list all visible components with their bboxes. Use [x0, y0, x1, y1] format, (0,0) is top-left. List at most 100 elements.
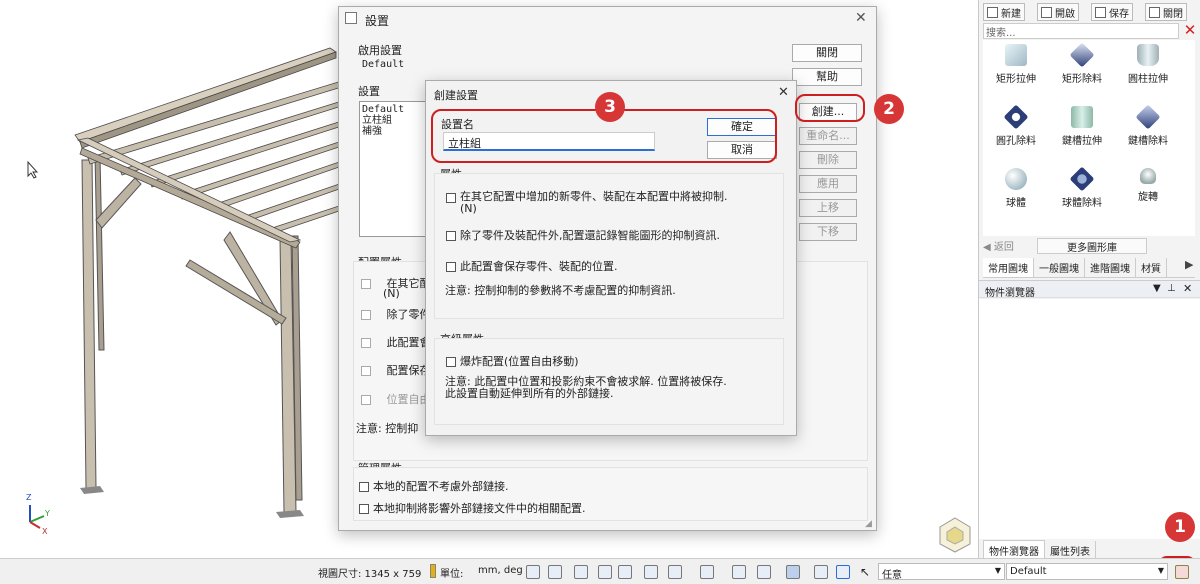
- glasses-icon[interactable]: [757, 565, 771, 579]
- tab-general-blocks[interactable]: 一般圖塊: [1034, 258, 1085, 277]
- catalog-item[interactable]: 鍵槽除料: [1117, 104, 1179, 147]
- catalog-item[interactable]: 球體: [985, 168, 1047, 209]
- render-icon[interactable]: [732, 565, 746, 579]
- close-button[interactable]: 關閉: [792, 44, 862, 62]
- prop-row-new-parts[interactable]: 在其它配置中增加的新零件、裝配在本配置中將被抑制. (N): [446, 191, 728, 215]
- rotate-icon[interactable]: [598, 565, 612, 579]
- catalog-item[interactable]: 矩形除料: [1051, 42, 1113, 85]
- manage-prop-row[interactable]: 本地的配置不考慮外部鏈接.: [359, 478, 509, 494]
- view-size-readout: 視圖尺寸: 1345 x 759: [318, 569, 422, 580]
- checkbox[interactable]: [359, 482, 369, 492]
- prop-row-record-suppress[interactable]: 除了零件及裝配件外,配置還記錄智能圖形的抑制資訊.: [446, 227, 720, 243]
- checkbox[interactable]: [446, 262, 456, 272]
- config-prop-row[interactable]: 此配置會: [361, 334, 431, 350]
- catalog-item[interactable]: 旋轉: [1117, 168, 1179, 203]
- tab-materials[interactable]: 材質: [1136, 258, 1167, 277]
- checkbox[interactable]: [359, 504, 369, 514]
- catalog-item[interactable]: 鍵槽拉伸: [1051, 106, 1113, 147]
- arrow-cursor-icon[interactable]: ↖: [860, 565, 874, 579]
- selection-filter-select[interactable]: 任意 ▼: [878, 563, 1005, 581]
- move-down-button[interactable]: 下移: [799, 223, 857, 241]
- zoom-icon[interactable]: [526, 565, 540, 579]
- rect-extrude-icon: [1005, 44, 1027, 66]
- configuration-manager-icon[interactable]: [1175, 565, 1189, 579]
- catalog-search-input[interactable]: 搜索...: [983, 23, 1179, 39]
- settings-label: 設置: [358, 85, 380, 98]
- advanced-note: 注意: 此配置中位置和投影約束不會被求解. 位置將被保存. 此設置自動延伸到所有…: [445, 375, 727, 400]
- create-dialog-close-icon[interactable]: ✕: [778, 85, 789, 100]
- rename-button[interactable]: 重命名...: [799, 127, 857, 145]
- step-badge-1: 1: [1165, 512, 1195, 542]
- checkbox[interactable]: [361, 395, 371, 405]
- cube-view-icon[interactable]: [668, 565, 682, 579]
- back-button[interactable]: ◀ 返回: [983, 238, 1035, 254]
- config-prop-row[interactable]: 配置保存: [361, 362, 431, 378]
- dialog-close-icon[interactable]: ✕: [855, 10, 867, 26]
- units-label: 單位:: [440, 569, 464, 580]
- right-panel: 新建 開啟 保存 關閉 搜索... ✕ 矩形拉伸 矩形除料 圓柱拉伸 圓孔除料 …: [978, 0, 1200, 561]
- svg-text:Y: Y: [44, 509, 50, 518]
- dropdown-arrow-icon[interactable]: ▼: [1153, 283, 1161, 294]
- chevron-down-icon: ▼: [1157, 566, 1164, 575]
- checkbox[interactable]: [361, 366, 371, 376]
- revolve-icon: [1140, 168, 1156, 184]
- new-button[interactable]: 新建: [983, 3, 1025, 21]
- clear-search-icon[interactable]: ✕: [1182, 22, 1198, 38]
- resize-grip-icon[interactable]: ◢: [865, 519, 872, 529]
- units-value[interactable]: mm, deg: [478, 565, 523, 576]
- list-item[interactable]: 補強: [362, 126, 426, 137]
- object-browser-area[interactable]: [979, 299, 1200, 539]
- sphere-icon: [1005, 168, 1027, 190]
- checkbox[interactable]: [446, 357, 456, 367]
- checkbox[interactable]: [446, 193, 456, 203]
- apply-button[interactable]: 應用: [799, 175, 857, 193]
- active-config-value: Default: [362, 59, 405, 70]
- catalog-item[interactable]: 圓孔除料: [985, 104, 1047, 147]
- config-prop-row[interactable]: 除了零件: [361, 306, 431, 322]
- delete-button[interactable]: 刪除: [799, 151, 857, 169]
- slot-extrude-icon: [1071, 106, 1093, 128]
- catalog-item[interactable]: 矩形拉伸: [985, 44, 1047, 85]
- adv-row-explode[interactable]: 爆炸配置(位置自由移動): [446, 353, 579, 369]
- display-mode-icon[interactable]: [786, 565, 800, 579]
- save-button[interactable]: 保存: [1091, 3, 1133, 21]
- tab-common-blocks[interactable]: 常用圖塊: [983, 258, 1034, 277]
- hand-icon[interactable]: [814, 565, 828, 579]
- help-button[interactable]: 幫助: [792, 68, 862, 86]
- dialog-app-icon: [345, 12, 357, 24]
- catalog-item[interactable]: 圓柱拉伸: [1117, 44, 1179, 85]
- catalog-item[interactable]: 球體除料: [1051, 166, 1113, 209]
- catalog-tabs: 常用圖塊 一般圖塊 進階圖塊 材質: [983, 258, 1195, 278]
- prop-row-save-position[interactable]: 此配置會保存零件、裝配的位置.: [446, 258, 618, 274]
- checkbox[interactable]: [446, 231, 456, 241]
- axis-triad-icon: Z Y X: [26, 493, 50, 536]
- manage-prop-row[interactable]: 本地抑制將影響外部鏈接文件中的相關配置.: [359, 500, 586, 516]
- checkbox[interactable]: [361, 310, 371, 320]
- move-up-button[interactable]: 上移: [799, 199, 857, 217]
- configuration-select[interactable]: Default ▼: [1006, 563, 1168, 580]
- open-button[interactable]: 開啟: [1037, 3, 1079, 21]
- tab-advanced-blocks[interactable]: 進階圖塊: [1085, 258, 1136, 277]
- triad-icon[interactable]: [700, 565, 714, 579]
- config-prop-row[interactable]: 位置自由: [361, 391, 431, 407]
- checkbox[interactable]: [361, 279, 371, 289]
- anchor-icon[interactable]: [618, 565, 632, 579]
- list-item[interactable]: Default: [362, 104, 426, 115]
- pin-icon[interactable]: ⊥: [1167, 283, 1176, 294]
- settings-list[interactable]: Default 立柱組 補強: [359, 101, 429, 237]
- view-cube-icon: [939, 517, 971, 553]
- pan-icon[interactable]: [574, 565, 588, 579]
- pointer-icon[interactable]: [836, 565, 850, 579]
- sphere-cut-icon: [1069, 166, 1095, 192]
- list-item[interactable]: 立柱組: [362, 115, 426, 126]
- checkbox[interactable]: [361, 338, 371, 348]
- hole-cut-icon: [1003, 104, 1029, 130]
- select-icon[interactable]: [644, 565, 658, 579]
- close-icon[interactable]: ✕: [1183, 282, 1192, 295]
- tabs-scroll-icon[interactable]: ▶: [1185, 258, 1193, 271]
- more-library-button[interactable]: 更多圖形庫: [1037, 238, 1147, 254]
- save-icon: [1095, 6, 1106, 18]
- zoom-window-icon[interactable]: [548, 565, 562, 579]
- browser-header: 物件瀏覽器 ▼ ⊥ ✕: [979, 280, 1200, 299]
- close-catalog-button[interactable]: 關閉: [1145, 3, 1187, 21]
